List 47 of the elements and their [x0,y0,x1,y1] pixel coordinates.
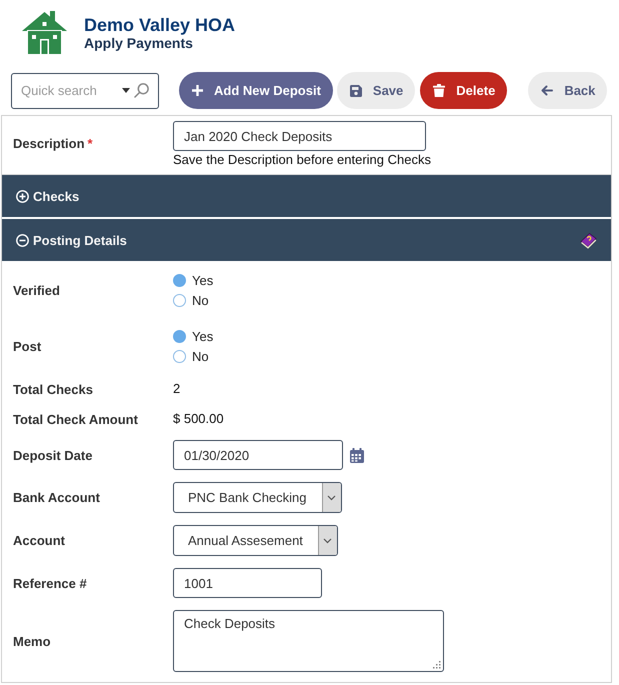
page-title: Apply Payments [84,35,194,52]
arrow-left-icon [541,85,554,96]
field-label: Verified [13,282,60,298]
radio-label: No [192,348,209,364]
field-label: Account [13,533,65,548]
hint-text: Save the Description before entering Checks [173,152,431,167]
field-value: 2 [173,381,180,396]
radio-label: Yes [192,272,214,288]
search-field[interactable]: Quick search [11,72,159,108]
field-value: $ 500.00 [173,411,224,426]
field-label: Total Checks [13,382,93,396]
field-label: Post [13,338,42,354]
radio-button[interactable] [173,274,186,286]
text-area[interactable]: Check Deposits [173,610,444,672]
text-field[interactable]: 1001 [173,568,322,598]
field-label: Deposit Date [13,448,92,462]
section-header[interactable]: Checks [2,175,611,217]
app-title: Demo Valley HOA [84,15,236,35]
save-button[interactable]: Save [336,72,416,109]
chevron-down-icon[interactable] [322,483,340,512]
radio-label: No [192,292,209,308]
chevron-down-icon[interactable] [318,526,337,555]
resize-grip-icon[interactable] [433,661,441,669]
caret-down-icon[interactable] [122,88,130,93]
radio-button[interactable] [173,330,186,342]
section-header[interactable]: Posting Details [2,219,611,261]
trash-icon [433,84,446,97]
back-button[interactable]: Back [528,72,608,109]
add-deposit-button[interactable]: Add New Deposit [179,72,333,109]
book-icon[interactable] [580,232,597,248]
field-label: Reference # [13,576,87,590]
field-label: Bank Account [13,490,100,505]
dropdown[interactable]: PNC Bank Checking [173,482,342,513]
radio-button[interactable] [173,350,186,362]
plus-icon [192,85,203,96]
radio-label: Yes [192,328,214,344]
dropdown[interactable]: Annual Assesement [173,525,338,556]
date-field[interactable]: 01/30/2020 [173,440,343,470]
calendar-icon[interactable] [350,448,364,462]
field-label: Total Check Amount [13,412,138,426]
text-field[interactable]: Jan 2020 Check Deposits [173,121,426,151]
radio-button[interactable] [173,294,186,306]
delete-button[interactable]: Delete [420,72,508,109]
field-label: Description [13,136,85,151]
required-marker: * [88,136,93,151]
house-icon [22,9,67,54]
field-label: Memo [13,634,51,648]
